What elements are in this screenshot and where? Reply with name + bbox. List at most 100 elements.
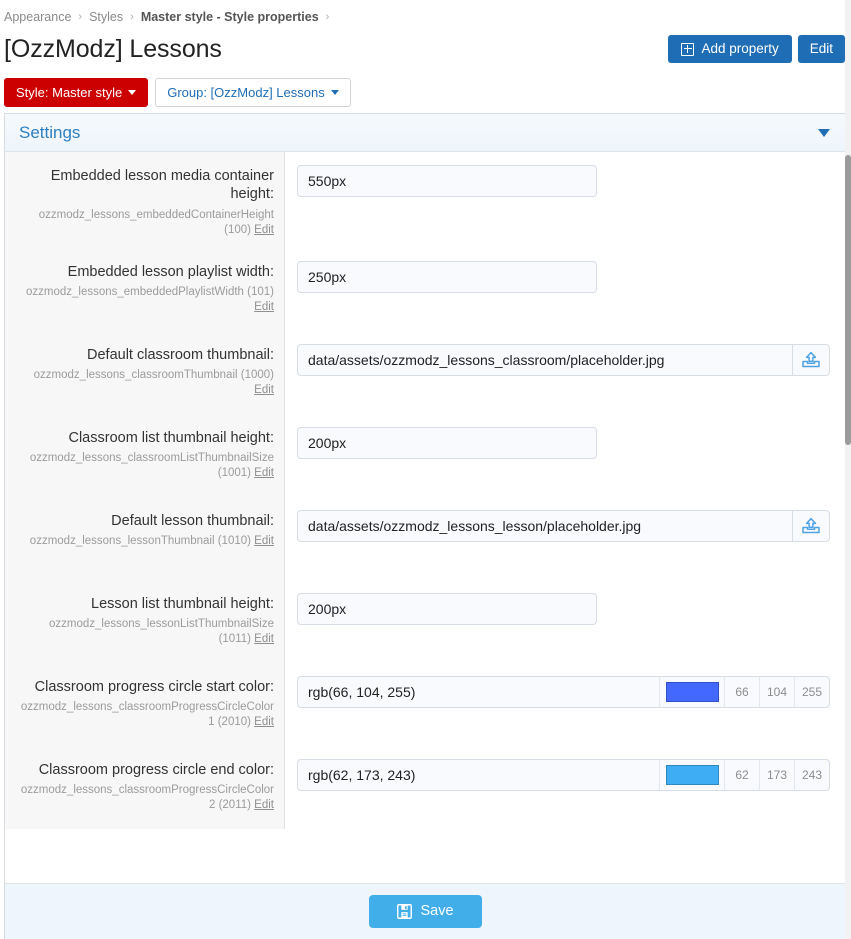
property-label: Default lesson thumbnail: [111, 512, 274, 529]
color-channel-g[interactable]: 173 [759, 759, 794, 790]
property-row: Default classroom thumbnail: ozzmodz_less… [5, 330, 846, 414]
group-filter-label: Group: [OzzModz] Lessons [167, 85, 325, 100]
property-rows-scroll: Embedded lesson media container height: o… [5, 152, 846, 883]
property-label: Embedded lesson media container height: [50, 168, 274, 203]
page-actions: Add property Edit [668, 35, 845, 63]
property-edit-link[interactable]: Edit [254, 467, 274, 479]
property-label: Classroom list thumbnail height: [68, 429, 274, 446]
settings-panel: Settings Embedded lesson media container… [4, 113, 847, 939]
property-meta: ozzmodz_lessons_lessonThumbnail (1010) E… [15, 534, 274, 549]
property-meta: ozzmodz_lessons_embeddedContainerHeight … [15, 208, 274, 238]
property-path-input[interactable] [297, 509, 792, 542]
property-control-cell [285, 152, 846, 248]
property-edit-link[interactable]: Edit [254, 716, 274, 728]
property-label: Lesson list thumbnail height: [91, 595, 274, 612]
page-root: Appearance › Styles › Master style - Style p… [0, 0, 851, 939]
page-title: [OzzModz] Lessons [4, 34, 222, 63]
color-channel-r[interactable]: 62 [724, 759, 759, 790]
upload-button[interactable] [792, 509, 830, 542]
property-rows: Embedded lesson media container height: o… [5, 152, 846, 829]
add-property-button[interactable]: Add property [668, 35, 792, 63]
property-meta: ozzmodz_lessons_lessonListThumbnailSize … [15, 617, 274, 647]
group-filter-pill[interactable]: Group: [OzzModz] Lessons [155, 78, 351, 107]
chevron-down-icon [128, 90, 137, 95]
property-edit-link[interactable]: Edit [254, 301, 274, 313]
save-button[interactable]: Save [369, 895, 482, 928]
filter-pill-row: Style: Master style Group: [OzzModz] Les… [0, 70, 851, 107]
upload-button[interactable] [792, 343, 830, 376]
property-key: ozzmodz_lessons_classroomProgressCircleC… [20, 701, 274, 729]
property-key: ozzmodz_lessons_embeddedPlaylistWidth (1… [25, 286, 274, 299]
property-key: ozzmodz_lessons_lessonThumbnail (1010) [29, 535, 255, 548]
page-scrollbar-thumb[interactable] [845, 155, 851, 445]
property-edit-link[interactable]: Edit [254, 384, 274, 396]
property-label-cell: Embedded lesson playlist width: ozzmodz_l… [5, 247, 285, 331]
upload-icon [802, 351, 820, 368]
settings-panel-header[interactable]: Settings [5, 114, 846, 152]
property-control-cell [285, 579, 846, 663]
property-label-cell: Lesson list thumbnail height: ozzmodz_les… [5, 579, 285, 663]
property-edit-link[interactable]: Edit [254, 224, 274, 236]
property-row: Lesson list thumbnail height: ozzmodz_les… [5, 579, 846, 663]
breadcrumb-item-0[interactable]: Appearance [4, 10, 71, 24]
property-control-cell [285, 496, 846, 580]
page-scrollbar[interactable] [845, 0, 851, 939]
property-meta: ozzmodz_lessons_classroomProgressCircleC… [15, 700, 274, 730]
property-control-cell [285, 413, 846, 497]
property-key: ozzmodz_lessons_classroomListThumbnailSi… [29, 452, 274, 480]
property-text-input[interactable] [297, 426, 597, 459]
property-label-cell: Classroom list thumbnail height: ozzmodz_… [5, 413, 285, 497]
property-input-group [297, 509, 830, 542]
color-swatch [665, 764, 719, 785]
breadcrumb-item-2[interactable]: Master style - Style properties [141, 10, 319, 24]
property-meta: ozzmodz_lessons_classroomProgressCircleC… [15, 783, 274, 813]
breadcrumb-item-1[interactable]: Styles [89, 10, 123, 24]
property-label: Embedded lesson playlist width: [67, 263, 274, 280]
property-control-cell: 66104255 [285, 662, 846, 746]
breadcrumb-separator: › [78, 10, 83, 23]
property-meta: ozzmodz_lessons_classroomListThumbnailSi… [15, 451, 274, 481]
property-label-cell: Embedded lesson media container height: o… [5, 152, 285, 248]
property-path-input[interactable] [297, 343, 792, 376]
property-key: ozzmodz_lessons_lessonListThumbnailSize … [48, 618, 274, 646]
color-swatch-button[interactable] [659, 759, 724, 790]
edit-button-label: Edit [809, 41, 833, 57]
property-edit-link[interactable]: Edit [254, 799, 274, 811]
property-row: Classroom progress circle start color: oz… [5, 662, 846, 746]
property-row: Default lesson thumbnail: ozzmodz_lessons… [5, 496, 846, 580]
property-key: ozzmodz_lessons_classroomThumbnail (1000… [33, 369, 274, 382]
chevron-down-icon [330, 90, 339, 95]
add-property-label: Add property [701, 41, 779, 57]
style-filter-pill[interactable]: Style: Master style [4, 78, 149, 107]
property-color-input[interactable] [298, 759, 659, 790]
property-key: ozzmodz_lessons_embeddedContainerHeight … [38, 208, 274, 236]
color-swatch-button[interactable] [659, 676, 724, 707]
property-label: Classroom progress circle start color: [34, 678, 274, 695]
settings-panel-title: Settings [19, 122, 81, 142]
property-color-group: 62173243 [297, 758, 830, 791]
property-control-cell [285, 247, 846, 331]
property-meta: ozzmodz_lessons_embeddedPlaylistWidth (1… [15, 285, 274, 315]
property-edit-link[interactable]: Edit [254, 633, 274, 645]
color-channel-b[interactable]: 243 [794, 759, 829, 790]
property-text-input[interactable] [297, 165, 597, 197]
save-button-label: Save [420, 903, 454, 920]
property-label-cell: Default lesson thumbnail: ozzmodz_lessons… [5, 496, 285, 580]
property-text-input[interactable] [297, 592, 597, 625]
edit-button[interactable]: Edit [797, 35, 845, 63]
property-text-input[interactable] [297, 260, 597, 293]
property-label-cell: Default classroom thumbnail: ozzmodz_less… [5, 330, 285, 414]
chevron-down-icon[interactable] [818, 128, 830, 137]
color-channel-g[interactable]: 104 [759, 676, 794, 707]
color-channel-r[interactable]: 66 [724, 676, 759, 707]
property-input-group [297, 343, 830, 376]
color-channel-b[interactable]: 255 [794, 676, 829, 707]
property-edit-link[interactable]: Edit [254, 535, 274, 547]
breadcrumb-separator: › [130, 10, 134, 23]
style-filter-label: Style: Master style [16, 85, 123, 100]
upload-icon [802, 517, 820, 534]
property-key: ozzmodz_lessons_classroomProgressCircleC… [20, 784, 274, 812]
property-color-input[interactable] [298, 676, 659, 707]
property-label-cell: Classroom progress circle end color: ozzm… [5, 745, 285, 829]
property-label: Default classroom thumbnail: [87, 346, 274, 363]
